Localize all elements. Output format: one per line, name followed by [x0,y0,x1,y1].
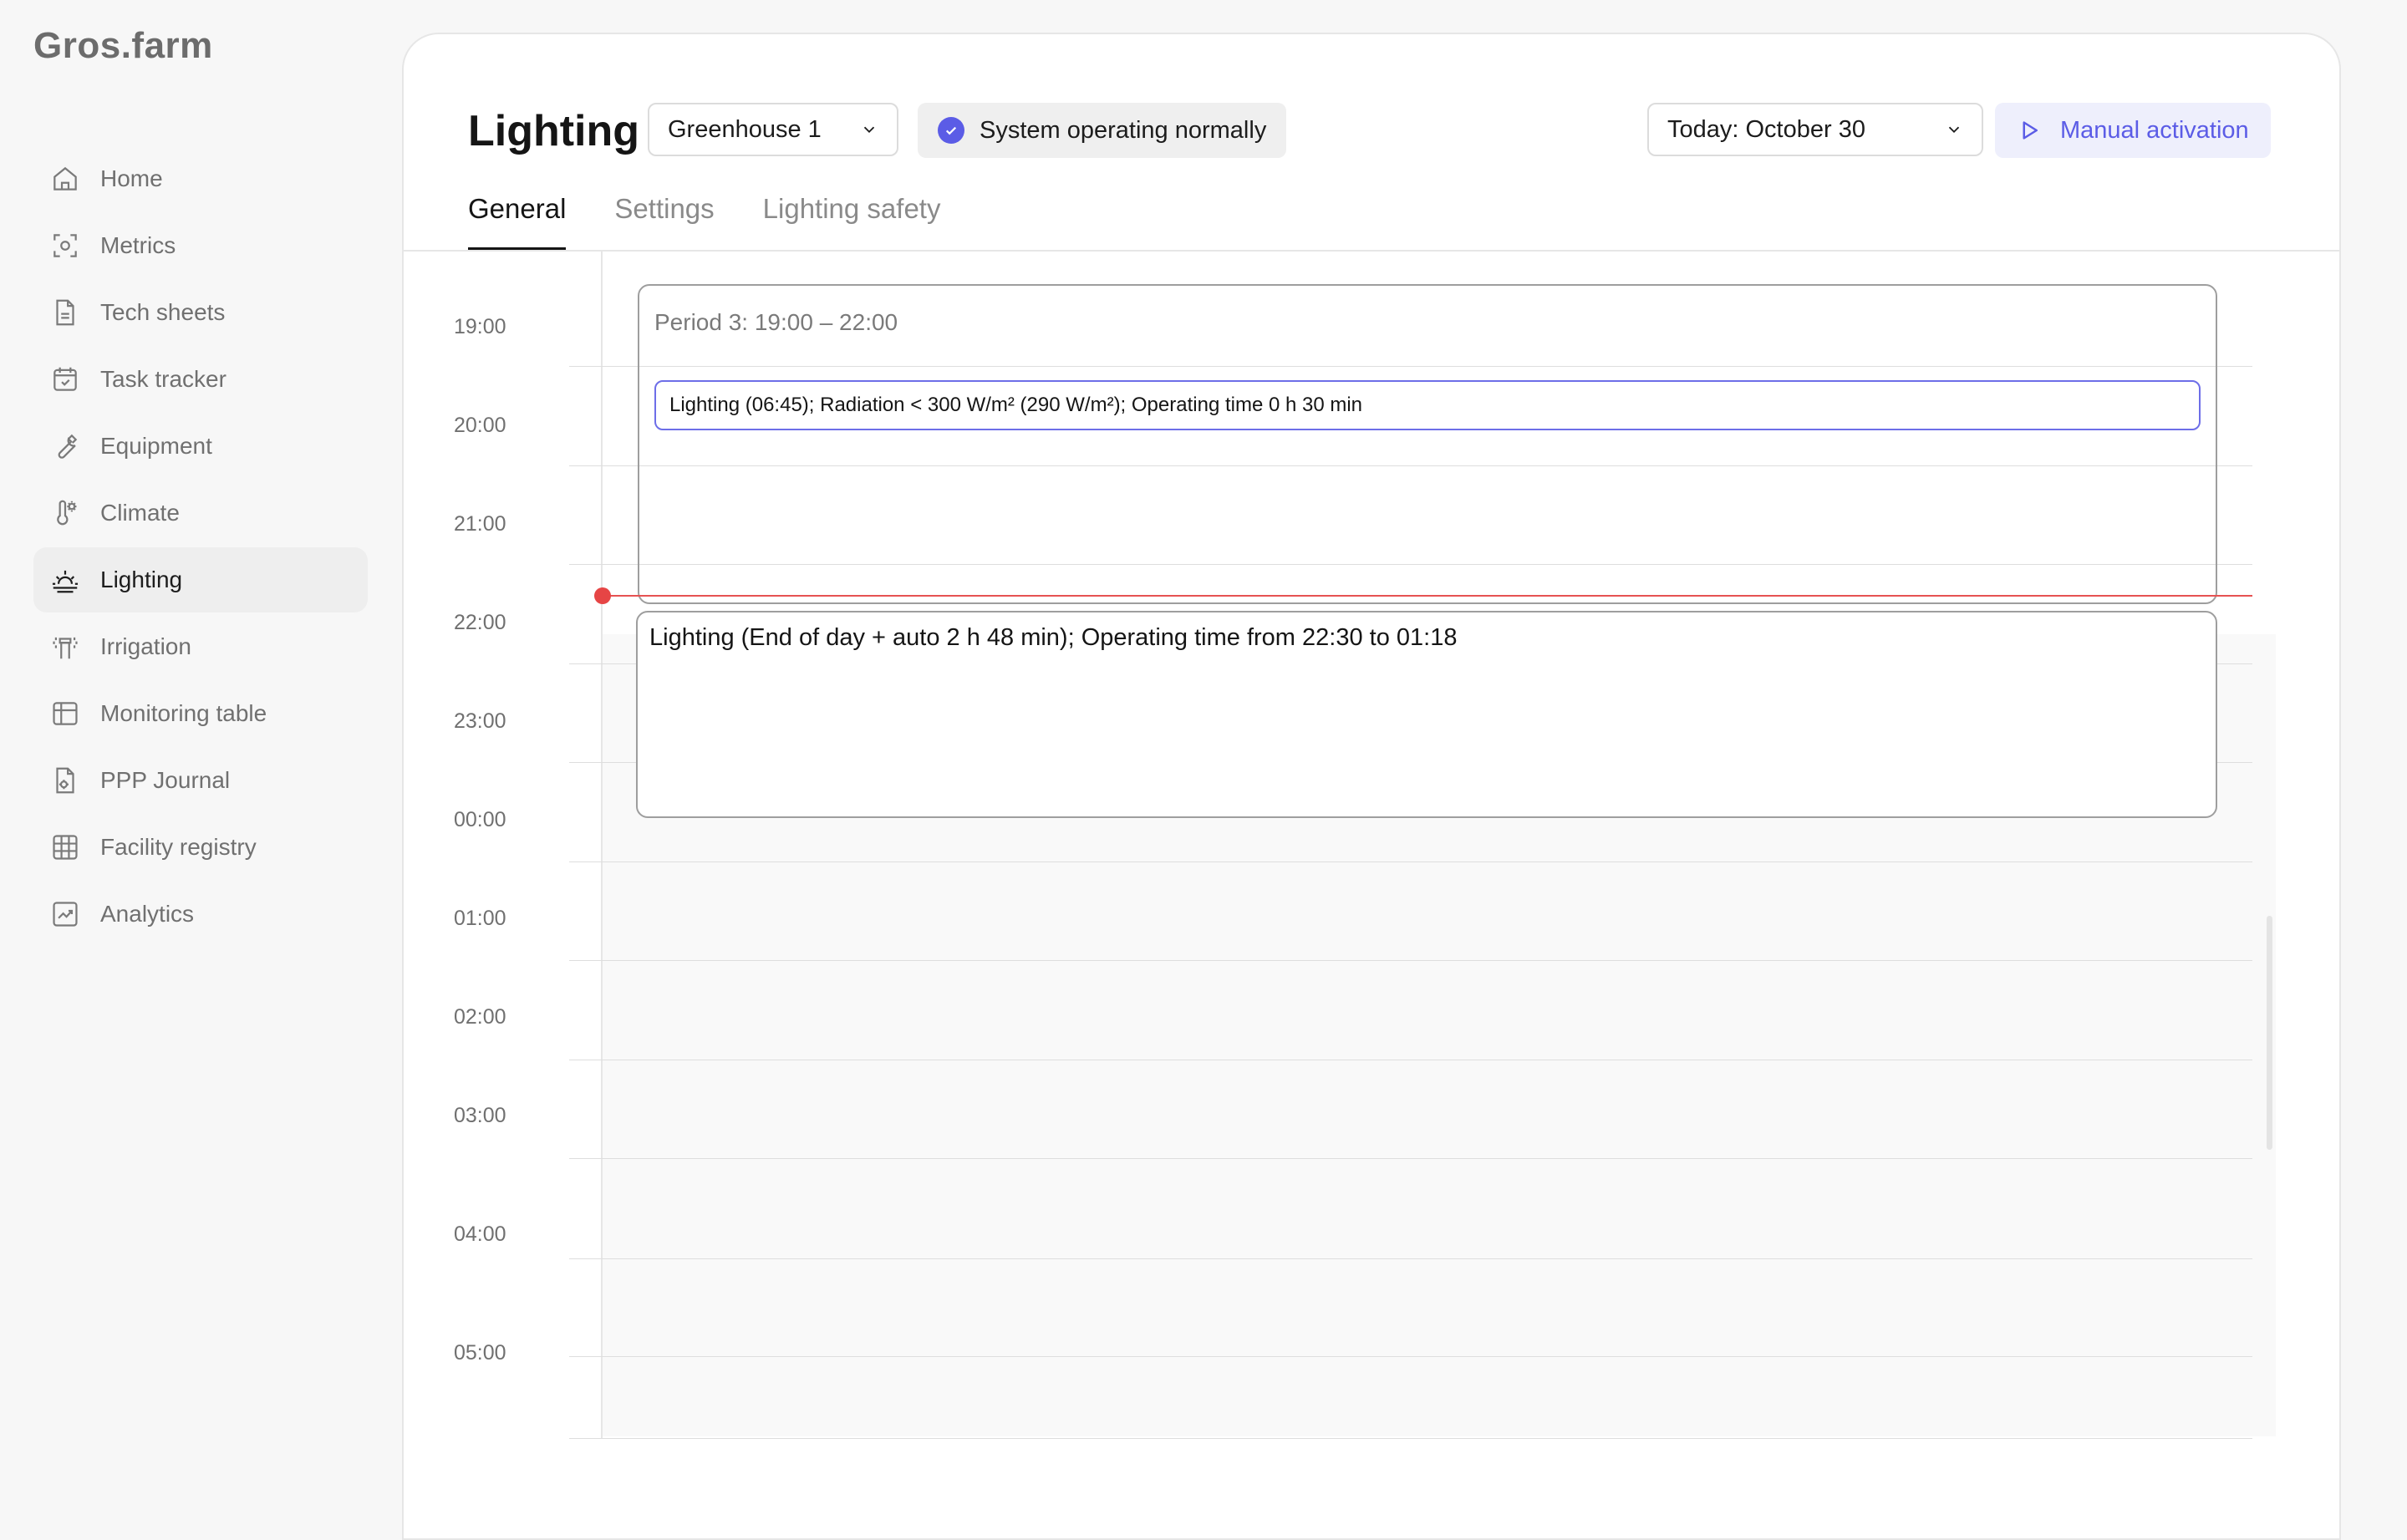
sidebar-item-label: Climate [100,500,180,526]
hour-gridline [569,861,2252,862]
tab-settings[interactable]: Settings [614,193,714,250]
home-icon [48,162,82,196]
sidebar-item-label: PPP Journal [100,767,231,793]
hour-label: 03:00 [454,1104,506,1127]
sunrise-icon [48,563,82,597]
hour-label: 02:00 [454,1005,506,1029]
thermometer-sun-icon [48,496,82,530]
chart-icon [48,897,82,931]
period-label: Period 3: 19:00 – 22:00 [654,309,898,335]
lighting-event-chip[interactable]: Lighting (06:45); Radiation < 300 W/m² (… [654,380,2201,430]
document-icon [48,296,82,329]
play-icon [2023,121,2038,140]
sidebar-item-monitoring-table[interactable]: Monitoring table [33,681,368,746]
sidebar-item-home[interactable]: Home [33,146,368,211]
calendar-check-icon [48,363,82,396]
metrics-icon [48,229,82,262]
hour-label: 00:00 [454,808,506,831]
sidebar-item-label: Task tracker [100,366,226,392]
hour-label: 21:00 [454,512,506,536]
greenhouse-select[interactable]: Greenhouse 1 [648,103,898,156]
sidebar-item-ppp-journal[interactable]: PPP Journal [33,748,368,813]
hour-label: 05:00 [454,1341,506,1365]
sidebar-item-lighting[interactable]: Lighting [33,547,368,612]
table-icon [48,697,82,730]
sidebar-item-tech-sheets[interactable]: Tech sheets [33,280,368,345]
sidebar-item-label: Irrigation [100,633,191,659]
tab-lighting-safety[interactable]: Lighting safety [763,193,941,250]
sidebar-item-facility-registry[interactable]: Facility registry [33,815,368,880]
hour-gridline [569,1438,2252,1439]
hour-label: 01:00 [454,907,506,930]
chevron-down-icon [1948,126,1960,134]
sidebar-item-analytics[interactable]: Analytics [33,882,368,947]
sidebar-item-label: Analytics [100,901,195,927]
end-of-day-event-text: Lighting (End of day + auto 2 h 48 min);… [649,624,1458,651]
sidebar-item-label: Equipment [100,433,212,459]
check-circle-icon [938,117,964,144]
sidebar-item-task-tracker[interactable]: Task tracker [33,347,368,412]
timeline-scrollbar[interactable] [2267,916,2272,1150]
date-select[interactable]: Today: October 30 [1647,103,1983,156]
current-time-dot [594,587,611,604]
main-panel: Lighting Greenhouse 1 System operating n… [402,33,2341,1540]
sidebar-item-label: Monitoring table [100,700,267,726]
hour-gridline [569,1356,2252,1357]
wrench-icon [48,429,82,463]
sidebar-nav: Home Metrics Tech sheets Task tracker Eq… [33,146,368,948]
date-select-value: Today: October 30 [1667,115,1865,143]
sidebar-item-metrics[interactable]: Metrics [33,213,368,278]
timeline-axis [601,252,603,1438]
hour-label: 20:00 [454,414,506,437]
page-title: Lighting [468,107,640,155]
current-time-indicator [602,595,2252,597]
sidebar-item-label: Facility registry [100,834,257,860]
sidebar-item-label: Home [100,165,163,191]
app-logo[interactable]: Gros.farm [33,25,213,67]
tab-bar: General Settings Lighting safety [468,193,989,250]
hour-label: 19:00 [454,315,506,338]
lighting-timeline: 19:00 20:00 21:00 22:00 23:00 00:00 01:0… [404,252,2339,1505]
lighting-period-block[interactable]: Period 3: 19:00 – 22:00 Lighting (06:45)… [638,284,2217,604]
sidebar-item-label: Lighting [100,567,183,592]
sidebar-item-equipment[interactable]: Equipment [33,414,368,479]
sidebar-item-climate[interactable]: Climate [33,480,368,546]
hour-label: 23:00 [454,709,506,733]
manual-activation-button[interactable]: Manual activation [1995,103,2271,158]
system-status-text: System operating normally [980,116,1267,144]
sidebar-item-label: Metrics [100,232,176,258]
chevron-down-icon [863,126,875,134]
greenhouse-select-value: Greenhouse 1 [668,115,822,143]
manual-activation-label: Manual activation [2060,116,2249,144]
grid-icon [48,831,82,864]
hour-label: 04:00 [454,1222,506,1246]
hour-label: 22:00 [454,611,506,634]
system-status-badge: System operating normally [918,103,1287,158]
journal-icon [48,764,82,797]
end-of-day-lighting-event[interactable]: Lighting (End of day + auto 2 h 48 min);… [636,611,2217,818]
sidebar-item-label: Tech sheets [100,299,226,325]
sprinkler-icon [48,630,82,663]
tab-general[interactable]: General [468,193,567,250]
sidebar-item-irrigation[interactable]: Irrigation [33,614,368,679]
hour-gridline [569,1158,2252,1159]
hour-gridline [569,960,2252,961]
hour-gridline [569,1258,2252,1259]
